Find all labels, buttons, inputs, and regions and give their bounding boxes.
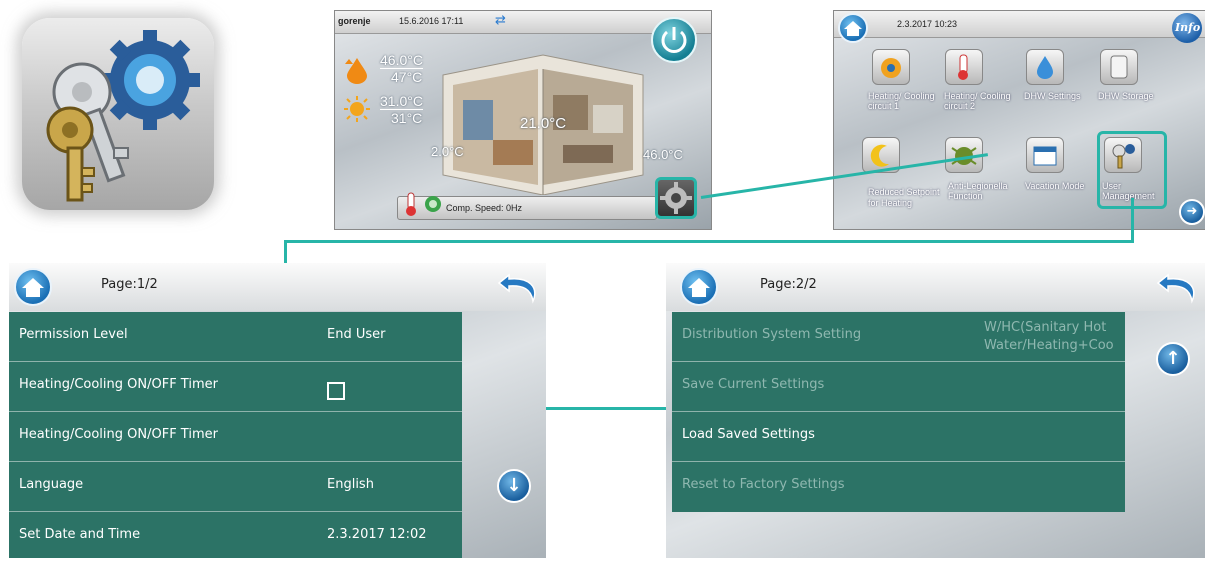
tile-label-dhw-storage: DHW Storage: [1098, 91, 1154, 101]
calendar-icon: [1033, 146, 1057, 166]
page1-back-button[interactable]: [497, 269, 541, 305]
tile-vacation-mode[interactable]: [1026, 137, 1064, 173]
page1-home-button[interactable]: [14, 268, 52, 306]
arrow-up-icon: ↑: [1165, 348, 1181, 369]
dhw-set-temp: 46.0°C: [380, 52, 423, 69]
back-arrow-icon: [497, 273, 536, 304]
thermometer-gear-icon: [958, 54, 968, 80]
row-label: Heating/Cooling ON/OFF Timer: [19, 377, 218, 392]
user-management-keys-icon: [0, 0, 250, 240]
tile-heating-cooling-2[interactable]: [945, 49, 983, 85]
water-drop-icon: [1037, 56, 1053, 79]
keys-small-icon: [1112, 144, 1135, 169]
settings-page-2: Page:2/2 Distribution System Setting W/H…: [666, 263, 1205, 558]
tile-label-hc2: Heating/ Cooling circuit 2: [944, 91, 1011, 111]
thermometer-icon: [400, 191, 422, 217]
row-label: Save Current Settings: [682, 377, 825, 392]
right-temp: 46.0°C: [643, 147, 683, 162]
status-datetime: 15.6.2016 17:11: [399, 16, 464, 26]
settings-button[interactable]: [655, 177, 697, 219]
tile-dhw-settings[interactable]: [1026, 49, 1064, 85]
arrow-down-icon: ↓: [506, 475, 522, 496]
connection-icon: ⇄: [495, 13, 506, 28]
menu-datetime: 2.3.2017 10:23: [897, 19, 958, 29]
row-language[interactable]: Language English: [9, 462, 462, 512]
home-screen: gorenje 15.6.2016 17:11 ⇄ 46.0°C 47°C 31…: [334, 10, 712, 230]
room-temp: 21.0°C: [520, 115, 567, 132]
page1-header: Page:1/2: [9, 263, 546, 311]
tile-label-anti-legionella: Anti-Legionella Function: [948, 181, 1008, 201]
info-button[interactable]: Info: [1172, 13, 1202, 43]
timer-checkbox[interactable]: [327, 382, 345, 400]
tile-dhw-storage[interactable]: [1100, 49, 1138, 85]
outdoor-set-temp: 31.0°C: [380, 93, 423, 110]
info-icon: Info: [1175, 21, 1201, 34]
row-reset-factory[interactable]: Reset to Factory Settings: [672, 462, 1125, 512]
scroll-up-button[interactable]: ↑: [1156, 342, 1190, 376]
connector-line-2: [1131, 198, 1134, 242]
tile-label-vacation: Vacation Mode: [1025, 181, 1085, 191]
back-arrow-icon: [1156, 273, 1195, 304]
page1-label: Page:1/2: [101, 277, 158, 292]
row-label: Reset to Factory Settings: [682, 477, 845, 492]
power-icon: [661, 27, 687, 53]
row-save-settings[interactable]: Save Current Settings: [672, 362, 1125, 412]
page2-rows: Distribution System Setting W/HC(Sanitar…: [672, 312, 1125, 512]
row-hc-timer-1[interactable]: Heating/Cooling ON/OFF Timer: [9, 362, 462, 412]
storage-tank-icon: [1110, 55, 1128, 79]
page2-label: Page:2/2: [760, 277, 817, 292]
row-permission-level[interactable]: Permission Level End User: [9, 312, 462, 362]
row-load-settings[interactable]: Load Saved Settings: [672, 412, 1125, 462]
row-value-line1: W/HC(Sanitary Hot: [984, 320, 1107, 335]
home-button[interactable]: [838, 13, 868, 43]
comp-speed-text: Comp. Speed: 0Hz: [446, 203, 523, 213]
dhw-drop-icon: [341, 54, 371, 84]
row-value: 2.3.2017 12:02: [327, 527, 427, 542]
connector-line-5: [530, 407, 685, 410]
comp-speed-bar: Comp. Speed: 0Hz: [397, 192, 657, 220]
sun-icon: [343, 95, 371, 123]
power-button[interactable]: [651, 17, 697, 63]
row-distribution-system[interactable]: Distribution System Setting W/HC(Sanitar…: [672, 312, 1125, 362]
row-label: Set Date and Time: [19, 527, 141, 542]
row-value-line2: Water/Heating+Coo: [984, 338, 1114, 353]
menu-status-bar: 2.3.2017 10:23: [834, 11, 1205, 38]
settings-page-1: Page:1/2 Permission Level End User Heati…: [9, 263, 546, 558]
tile-user-management[interactable]: [1104, 137, 1142, 173]
page1-rows: Permission Level End User Heating/Coolin…: [9, 312, 462, 558]
scroll-down-button[interactable]: ↓: [497, 469, 531, 503]
row-date-time[interactable]: Set Date and Time 2.3.2017 12:02: [9, 512, 462, 562]
row-label: Permission Level: [19, 327, 128, 342]
row-label: Language: [19, 477, 84, 492]
outdoor-actual-temp: 31°C: [391, 110, 423, 126]
tile-label-dhw-settings: DHW Settings: [1024, 91, 1081, 101]
home-icon: [844, 21, 862, 36]
dhw-actual-temp: 47°C: [391, 69, 423, 85]
tile-label-hc1: Heating/ Cooling circuit 1: [868, 91, 935, 111]
row-label: Load Saved Settings: [682, 427, 815, 442]
page2-home-button[interactable]: [680, 268, 718, 306]
brand-logo: gorenje: [338, 16, 371, 26]
connector-line-3: [284, 240, 1134, 243]
tile-label-reduced: Reduced Setpoint for Heating: [868, 187, 940, 208]
menu-screen: 2.3.2017 10:23 Info Heating/ Cooling cir…: [833, 10, 1205, 230]
row-value: English: [327, 477, 374, 492]
recycle-icon: [422, 191, 444, 217]
page2-back-button[interactable]: [1156, 269, 1200, 305]
heating-gear-icon: [881, 58, 901, 78]
home-icon: [688, 278, 710, 297]
keys-gear-icon: [22, 18, 214, 210]
row-label: Heating/Cooling ON/OFF Timer: [19, 427, 218, 442]
tile-label-user-management: User Management: [1102, 181, 1155, 201]
arrow-right-icon: ➜: [1186, 204, 1198, 219]
home-icon: [22, 278, 44, 297]
page2-header: Page:2/2: [666, 263, 1205, 311]
tile-heating-cooling-1[interactable]: [872, 49, 910, 85]
row-label: Distribution System Setting: [682, 327, 862, 342]
next-page-button[interactable]: ➜: [1179, 199, 1205, 225]
left-temp: 2.0°C: [431, 144, 464, 159]
row-hc-timer-2[interactable]: Heating/Cooling ON/OFF Timer: [9, 412, 462, 462]
settings-gear-icon: [660, 182, 692, 214]
row-value: End User: [327, 327, 386, 342]
